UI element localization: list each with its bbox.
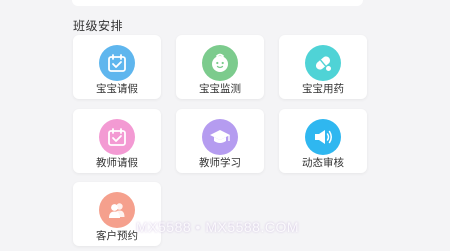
- feature-grid: 宝宝请假 宝宝监测 宝宝用药 教师请假 教师学习 动态审核 客户预约: [0, 0, 450, 251]
- tile-label: 动态审核: [302, 157, 344, 169]
- tile-customer-appointment[interactable]: 客户预约: [73, 182, 161, 246]
- megaphone-icon: [305, 119, 341, 155]
- tile-label: 宝宝用药: [302, 83, 344, 95]
- watermark: MX5588 • MX5588.COM: [136, 219, 300, 235]
- calendar-check-icon: [99, 119, 135, 155]
- tile-baby-monitor[interactable]: 宝宝监测: [176, 35, 264, 99]
- pill-capsule-icon: [305, 45, 341, 81]
- tile-teacher-study[interactable]: 教师学习: [176, 109, 264, 173]
- tile-label: 宝宝监测: [199, 83, 241, 95]
- tile-teacher-leave[interactable]: 教师请假: [73, 109, 161, 173]
- users-icon: [99, 192, 135, 228]
- calendar-check-icon: [99, 45, 135, 81]
- baby-face-icon: [202, 45, 238, 81]
- tile-moment-review[interactable]: 动态审核: [279, 109, 367, 173]
- graduation-cap-icon: [202, 119, 238, 155]
- tile-baby-medication[interactable]: 宝宝用药: [279, 35, 367, 99]
- tile-label: 教师学习: [199, 157, 241, 169]
- tile-label: 宝宝请假: [96, 83, 138, 95]
- tile-label: 教师请假: [96, 157, 138, 169]
- tile-baby-leave[interactable]: 宝宝请假: [73, 35, 161, 99]
